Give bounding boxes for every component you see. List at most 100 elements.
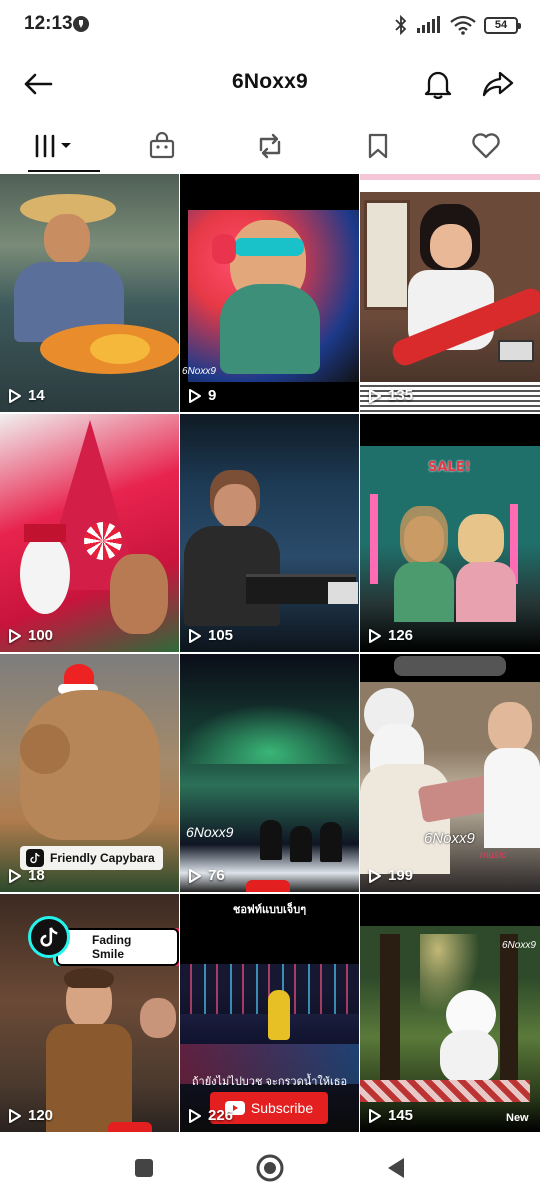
heart-icon [472, 133, 500, 159]
thumbnail-image [0, 414, 179, 652]
view-count: 14 [8, 387, 45, 404]
view-count-text: 18 [28, 867, 45, 884]
play-icon [369, 1108, 381, 1123]
thumbnail-image: Fading Smile [0, 894, 179, 1132]
triangle-left-icon [388, 1158, 404, 1178]
repost-icon [259, 133, 281, 159]
subscribe-text: Subscribe [250, 1100, 314, 1116]
video-thumbnail[interactable]: SALE! 126 [360, 414, 540, 652]
square-icon [135, 1159, 153, 1177]
shopping-bag-icon [149, 132, 175, 159]
tiktok-logo-icon [26, 849, 44, 867]
view-count: 9 [188, 387, 216, 404]
play-icon [9, 1108, 21, 1123]
view-count-text: 145 [388, 1107, 414, 1124]
view-count: 135 [368, 387, 413, 404]
view-count-text: 199 [388, 867, 414, 884]
video-thumbnail[interactable]: Friendly Capybara 18 [0, 654, 179, 892]
thumbnail-image [0, 174, 179, 412]
video-grid: 14 6Noxx9 9 135 100 105 SALE! 126 Friend… [0, 174, 540, 1132]
tab-liked[interactable] [432, 120, 540, 172]
view-count-text: 126 [388, 627, 414, 644]
tab-reposts[interactable] [216, 120, 324, 172]
status-time: 12:13 [24, 13, 73, 34]
home-button[interactable] [252, 1150, 288, 1186]
caption-badge: Fading Smile [56, 928, 179, 966]
view-count: 18 [8, 867, 45, 884]
video-thumbnail[interactable]: 14 [0, 174, 179, 412]
play-icon [9, 388, 21, 403]
play-icon [9, 868, 21, 883]
notifications-button[interactable] [418, 66, 458, 102]
watermark: 6Noxx9 [186, 824, 234, 840]
play-icon [369, 628, 381, 643]
new-label: New [506, 1112, 529, 1124]
caption-mid-text: ถ้ายังไม่ไปบวช จะกรวดน้ำให้เธอ [191, 1076, 348, 1088]
video-thumbnail[interactable]: 6Noxx9 76 [180, 654, 359, 892]
recents-button[interactable] [126, 1150, 162, 1186]
play-icon [369, 388, 381, 403]
video-thumbnail[interactable]: 100 [0, 414, 179, 652]
battery-indicator: 54 [484, 16, 521, 34]
thumbnail-image: 6Noxx9 music [360, 654, 540, 892]
view-count-text: 14 [28, 387, 45, 404]
page-title: 6Noxx9 [232, 70, 308, 93]
video-thumbnail[interactable]: 105 [180, 414, 359, 652]
signal-icon [417, 16, 440, 33]
view-count: 226 [188, 1107, 233, 1124]
sale-text: SALE! [428, 460, 471, 475]
share-button[interactable] [478, 66, 518, 102]
tab-videos[interactable] [0, 120, 108, 172]
grid-filter-icon [35, 134, 71, 158]
tiktok-logo-icon [28, 916, 70, 958]
status-bar: 12:13 54 [0, 0, 540, 50]
video-thumbnail[interactable]: Fading Smile 120 [0, 894, 179, 1132]
system-nav-bar [0, 1136, 540, 1200]
video-thumbnail[interactable]: 6Noxx9 New 145 [360, 894, 540, 1132]
play-icon [189, 628, 201, 643]
view-count: 120 [8, 1107, 53, 1124]
thumbnail-image: SALE! [360, 414, 540, 652]
bluetooth-icon [395, 15, 407, 35]
view-count-text: 9 [208, 387, 217, 404]
play-icon [9, 628, 21, 643]
status-icons: 54 [394, 13, 521, 37]
thumbnail-image: 6Noxx9 [180, 174, 359, 412]
share-arrow-icon [482, 71, 514, 97]
wifi-icon [450, 15, 476, 35]
thumbnail-image: Friendly Capybara [0, 654, 179, 892]
music-text: music [480, 850, 507, 861]
play-icon [369, 868, 381, 883]
video-thumbnail[interactable]: 135 [360, 174, 540, 412]
app-notification-icon [73, 16, 89, 32]
thumbnail-image: ชอฟท์แบบเจ็บๆ ถ้ายังไม่ไปบวช จะกรวดน้ำให… [180, 894, 359, 1132]
profile-tabs [0, 120, 540, 172]
badge-text: Friendly Capybara [50, 851, 155, 865]
play-icon [189, 868, 201, 883]
circle-icon [256, 1154, 284, 1182]
thumbnail-image [180, 414, 359, 652]
bookmark-icon [368, 133, 388, 159]
view-count: 145 [368, 1107, 413, 1124]
view-count-text: 105 [208, 627, 234, 644]
video-thumbnail[interactable]: 6Noxx9 9 [180, 174, 359, 412]
tab-favorites[interactable] [324, 120, 432, 172]
caption-top-text: ชอฟท์แบบเจ็บๆ [232, 904, 307, 916]
view-count-text: 120 [28, 1107, 54, 1124]
watermark: 6Noxx9 [424, 830, 475, 847]
view-count: 100 [8, 627, 53, 644]
nav-back-button[interactable] [378, 1150, 414, 1186]
video-thumbnail[interactable]: 6Noxx9 music 199 [360, 654, 540, 892]
thumbnail-image: 6Noxx9 [180, 654, 359, 892]
watermark: 6Noxx9 [182, 366, 216, 377]
tab-shop[interactable] [108, 120, 216, 172]
view-count-text: 135 [388, 387, 414, 404]
profile-header: 6Noxx9 [0, 56, 540, 112]
video-thumbnail[interactable]: ชอฟท์แบบเจ็บๆ ถ้ายังไม่ไปบวช จะกรวดน้ำให… [180, 894, 359, 1132]
play-icon [189, 1108, 201, 1123]
play-icon [189, 388, 201, 403]
watermark: 6Noxx9 [502, 940, 536, 951]
bell-icon [424, 71, 452, 99]
thumbnail-image [360, 174, 540, 412]
view-count: 76 [188, 867, 225, 884]
